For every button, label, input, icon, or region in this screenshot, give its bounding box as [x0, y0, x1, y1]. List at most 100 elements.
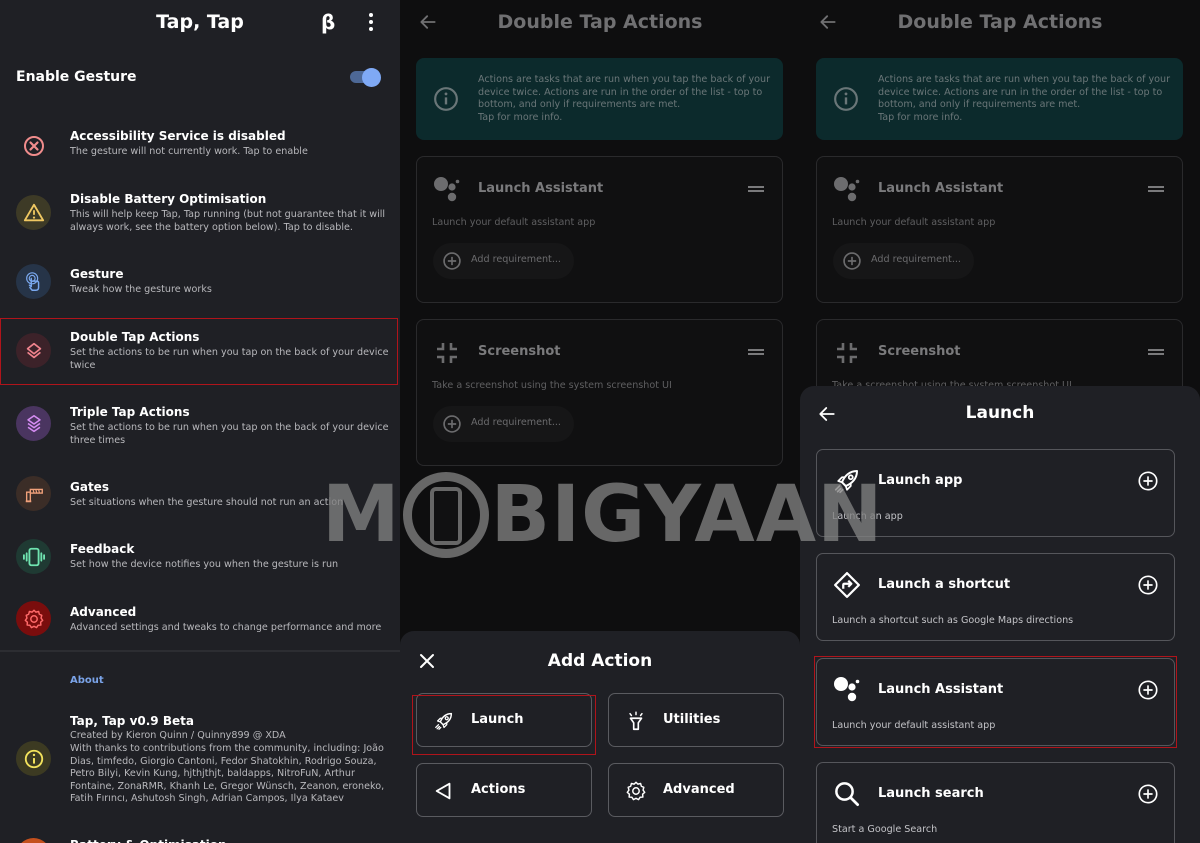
menu-item-title: Disable Battery Optimisation — [70, 192, 267, 206]
info-text: Actions are tasks that are run when you … — [478, 74, 778, 124]
info-body: Actions are tasks that are run when you … — [478, 74, 771, 110]
warning-icon — [16, 195, 51, 230]
add-requirement-button[interactable]: Add requirement... — [433, 406, 574, 442]
menu-item-subtitle: This will help keep Tap, Tap running (bu… — [70, 209, 386, 233]
launch-item-shortcut[interactable]: Launch a shortcut Launch a shortcut such… — [816, 553, 1175, 641]
menu-item-advanced[interactable]: Advanced Advanced settings and tweaks to… — [0, 593, 400, 648]
layers-triple-icon — [16, 406, 51, 441]
add-action-sheet: Add Action Launch Utilities Actions Adva — [400, 631, 800, 843]
directions-icon — [832, 570, 862, 600]
screenshot-icon — [432, 338, 462, 368]
tile-actions[interactable]: Actions — [416, 763, 592, 817]
about-title: Tap, Tap v0.9 Beta — [70, 714, 194, 728]
action-card-launch-assistant[interactable]: Launch Assistant Launch your default ass… — [416, 156, 783, 303]
launch-item-title: Launch app — [878, 473, 963, 488]
menu-item-gates[interactable]: Gates Set situations when the gesture sh… — [0, 468, 400, 523]
add-circle-icon — [442, 414, 462, 434]
menu-item-battery-optimisation[interactable]: Disable Battery Optimisation This will h… — [0, 180, 400, 240]
page-title: Double Tap Actions — [897, 11, 1103, 33]
add-circle-icon[interactable] — [1137, 783, 1159, 805]
tile-launch[interactable]: Launch — [416, 693, 592, 747]
action-title: Launch Assistant — [478, 181, 604, 196]
touch-gesture-icon — [16, 264, 51, 299]
add-circle-icon[interactable] — [1137, 470, 1159, 492]
menu-item-title: Gates — [70, 480, 109, 494]
action-description: Launch your default assistant app — [432, 217, 596, 228]
add-circle-icon[interactable] — [1137, 574, 1159, 596]
menu-item-title: Feedback — [70, 542, 135, 556]
info-body: Actions are tasks that are run when you … — [878, 74, 1171, 110]
menu-item-subtitle: Set the actions to be run when you tap o… — [70, 347, 389, 371]
vibrate-icon — [16, 539, 51, 574]
tile-label: Actions — [471, 782, 526, 797]
app-bar: Double Tap Actions — [800, 0, 1200, 48]
app-bar: Double Tap Actions — [400, 0, 800, 48]
tile-label: Advanced — [663, 782, 735, 797]
about-thanks: With thanks to contributions from the co… — [70, 743, 385, 804]
menu-item-title: Gesture — [70, 267, 124, 281]
drag-handle-icon[interactable] — [748, 349, 764, 355]
flashlight-icon — [625, 710, 647, 732]
section-divider — [0, 650, 400, 652]
menu-item-title: Triple Tap Actions — [70, 405, 190, 419]
toggle-thumb — [362, 68, 381, 87]
add-circle-icon — [442, 251, 462, 271]
menu-item-subtitle: The gesture will not currently work. Tap… — [70, 146, 308, 157]
info-icon — [16, 741, 51, 776]
launch-item-app[interactable]: Launch app Launch an app — [816, 449, 1175, 537]
action-title: Launch Assistant — [878, 181, 1004, 196]
more-options-icon[interactable] — [365, 13, 377, 33]
screenshot-icon — [832, 338, 862, 368]
launch-item-title: Launch search — [878, 786, 984, 801]
add-circle-icon[interactable] — [1137, 679, 1159, 701]
launch-item-description: Launch a shortcut such as Google Maps di… — [832, 615, 1074, 626]
menu-item-about[interactable]: Tap, Tap v0.9 Beta Created by Kieron Qui… — [0, 705, 400, 815]
app-title: Tap, Tap — [156, 11, 244, 33]
drag-handle-icon[interactable] — [748, 186, 764, 192]
menu-item-accessibility-service[interactable]: Accessibility Service is disabled The ge… — [0, 116, 400, 172]
menu-item-subtitle: Set the actions to be run when you tap o… — [70, 422, 389, 446]
battery-icon — [16, 838, 51, 843]
app-bar: Tap, Tap β — [0, 0, 400, 48]
sheet-title: Launch — [965, 403, 1035, 423]
launch-item-search[interactable]: Launch search Start a Google Search — [816, 762, 1175, 843]
gate-icon — [16, 476, 51, 511]
info-card[interactable]: Actions are tasks that are run when you … — [416, 58, 783, 140]
menu-item-gesture[interactable]: Gesture Tweak how the gesture works — [0, 255, 400, 310]
tile-utilities[interactable]: Utilities — [608, 693, 784, 747]
launch-item-description: Start a Google Search — [832, 824, 938, 835]
menu-item-double-tap-actions[interactable]: Double Tap Actions Set the actions to be… — [0, 318, 400, 385]
action-card-screenshot[interactable]: Screenshot Take a screenshot using the s… — [416, 319, 783, 466]
enable-gesture-toggle[interactable] — [350, 68, 382, 87]
info-icon — [433, 86, 459, 112]
add-requirement-button[interactable]: Add requirement... — [833, 243, 974, 279]
action-title: Screenshot — [878, 344, 961, 359]
menu-item-subtitle: Advanced settings and tweaks to change p… — [70, 622, 382, 633]
menu-item-title: Battery & Optimisation — [70, 838, 227, 843]
back-triangle-icon — [433, 780, 455, 802]
rocket-icon — [832, 466, 862, 496]
menu-item-subtitle: Set how the device notifies you when the… — [70, 559, 339, 570]
action-card-launch-assistant[interactable]: Launch Assistant Launch your default ass… — [816, 156, 1183, 303]
info-more-link: Tap for more info. — [878, 111, 963, 123]
enable-gesture-label: Enable Gesture — [16, 69, 137, 85]
add-requirement-label: Add requirement... — [871, 254, 961, 265]
menu-item-triple-tap-actions[interactable]: Triple Tap Actions Set the actions to be… — [0, 393, 400, 455]
enable-gesture-row[interactable]: Enable Gesture — [0, 60, 400, 94]
menu-item-title: Accessibility Service is disabled — [70, 129, 286, 143]
menu-item-feedback[interactable]: Feedback Set how the device notifies you… — [0, 530, 400, 585]
action-description: Launch your default assistant app — [832, 217, 996, 228]
drag-handle-icon[interactable] — [1148, 349, 1164, 355]
info-card[interactable]: Actions are tasks that are run when you … — [816, 58, 1183, 140]
tile-advanced[interactable]: Advanced — [608, 763, 784, 817]
beta-icon[interactable]: β — [321, 10, 335, 34]
launch-item-assistant[interactable]: Launch Assistant Launch your default ass… — [816, 658, 1175, 746]
sheet-title: Add Action — [547, 651, 653, 671]
add-requirement-label: Add requirement... — [471, 254, 561, 265]
menu-item-subtitle: Tweak how the gesture works — [70, 284, 212, 295]
menu-item-battery-optimisation-partial[interactable]: Battery & Optimisation — [0, 830, 400, 843]
add-requirement-button[interactable]: Add requirement... — [433, 243, 574, 279]
drag-handle-icon[interactable] — [1148, 186, 1164, 192]
launch-options-panel: Double Tap Actions Actions are tasks tha… — [800, 0, 1200, 843]
action-description: Take a screenshot using the system scree… — [432, 380, 672, 391]
